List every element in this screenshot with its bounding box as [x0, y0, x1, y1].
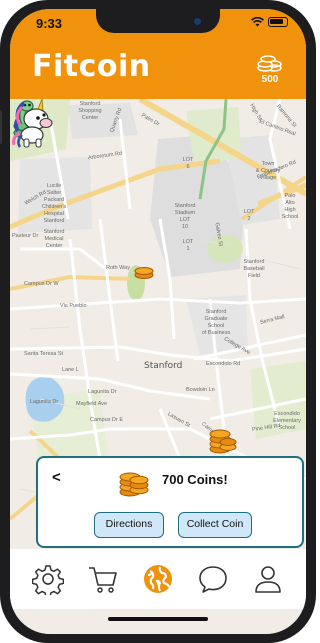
street-via-pueblo: Via Pueblo: [60, 303, 87, 309]
street-pasteur: Pasteur Dr: [12, 233, 39, 239]
back-button[interactable]: <: [52, 468, 68, 488]
tab-shop[interactable]: [85, 561, 121, 597]
coin-stack-icon: [257, 55, 282, 72]
side-button: [0, 110, 2, 144]
status-time: 9:33: [36, 16, 63, 31]
coin-amount-title: 700 Coins!: [162, 472, 228, 487]
label-lucile-packard-hospital: Lucile Salter Packard Children's Hospital Sta…: [41, 183, 67, 224]
street-bowdoin: Bowdoin Ln: [186, 387, 215, 393]
cart-icon: [88, 567, 117, 593]
coin-balance[interactable]: 500: [250, 53, 290, 85]
user-icon: [255, 566, 282, 593]
unicorn-avatar-icon[interactable]: [10, 99, 54, 149]
street-lane-l: Lane L: [62, 367, 79, 373]
home-indicator[interactable]: [108, 617, 208, 621]
coin-stack-marker-icon[interactable]: [208, 425, 238, 455]
street-roth-way: Roth Way: [106, 265, 130, 271]
coin-balance-value: 500: [261, 74, 279, 85]
street-campus-dr-w: Campus Dr W: [24, 281, 59, 287]
label-palo-alto-high: Palo Alto High School: [281, 193, 299, 220]
coin-stack-icon: [119, 472, 149, 497]
coin-marker-icon[interactable]: [134, 266, 154, 279]
street-campus-dr-s: Campus Dr E: [90, 417, 124, 423]
label-lot-1: LOT 1: [182, 239, 194, 252]
coin-detail-card: < 700 Coins! Directions Collect Coin: [36, 456, 304, 548]
label-shopping-center: Stanford Shopping Center: [78, 101, 102, 121]
app-header: 9:33 Fitcoin 500: [10, 9, 306, 99]
tab-settings[interactable]: [30, 561, 66, 597]
gear-icon: [31, 565, 64, 595]
label-graduate-school-business: Stanford Graduate School of Business: [201, 309, 231, 336]
label-lot-2: LOT 2: [243, 209, 255, 222]
label-medical-center: Stanford Medical Center: [43, 229, 65, 249]
collect-coin-button[interactable]: Collect Coin: [178, 512, 252, 538]
directions-button[interactable]: Directions: [94, 512, 164, 538]
battery-icon: [268, 17, 288, 27]
wifi-icon: [251, 17, 264, 27]
street-escondido-rd: Escondido Rd: [206, 361, 241, 367]
tab-profile[interactable]: [250, 561, 286, 597]
chat-icon: [199, 566, 227, 593]
notch: [96, 9, 220, 33]
place-stanford: Stanford: [144, 361, 183, 371]
tab-bar: [10, 549, 306, 609]
label-stanford-stadium: Stanford Stadium LOT 10: [174, 203, 196, 230]
label-lagunita: Lagunita Dr: [29, 399, 59, 405]
globe-icon: [143, 565, 172, 593]
app-title: Fitcoin: [32, 49, 151, 84]
tab-chat[interactable]: [195, 561, 231, 597]
app-screen: 9:33 Fitcoin 500 Stanford Shopping Cente…: [10, 9, 306, 634]
phone-frame: 9:33 Fitcoin 500 Stanford Shopping Cente…: [0, 0, 316, 643]
street-santa-teresa: Santa Teresa St: [24, 351, 64, 357]
tab-map[interactable]: [140, 561, 176, 597]
camera-dot: [194, 18, 201, 25]
label-baseball-field: Stanford Baseball Field: [243, 259, 265, 279]
street-lagunita: Lagunita Dr: [88, 389, 117, 395]
status-icons: [251, 17, 288, 27]
label-lot-6: LOT 6: [182, 157, 194, 170]
street-mayfield: Mayfield Ave: [76, 401, 108, 407]
